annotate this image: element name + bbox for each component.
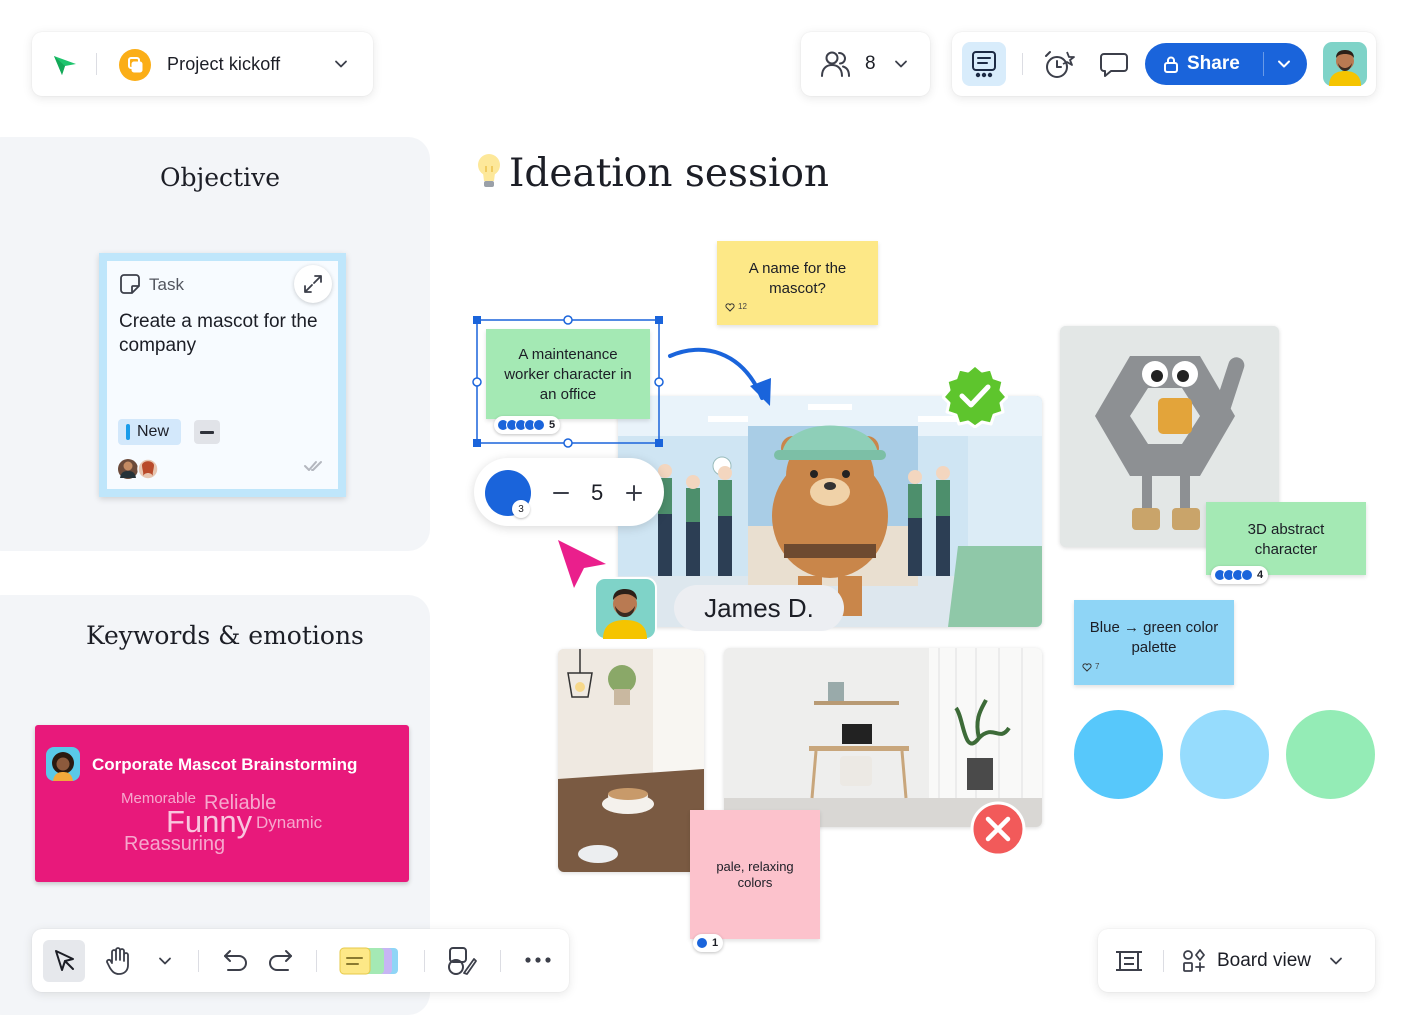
word-cloud-card[interactable]: Corporate Mascot Brainstorming Memorable…: [35, 725, 409, 882]
chevron-down-icon: [1330, 957, 1342, 964]
assignees-avatars[interactable]: [117, 457, 161, 481]
sticky-text: Blue → green color palette: [1089, 619, 1219, 656]
lock-icon: [1164, 56, 1178, 73]
vote-count: 5: [591, 480, 604, 505]
share-label: Share: [1187, 53, 1240, 74]
collaborators-count: 8: [865, 53, 876, 74]
expand-button[interactable]: [294, 265, 332, 303]
board-header: Project kickoff: [32, 32, 373, 96]
chevron-down-icon[interactable]: [1277, 57, 1291, 71]
shapes-icon[interactable]: [446, 945, 478, 977]
connector-arrow[interactable]: [662, 342, 778, 412]
canvas-heading: Ideation session: [509, 151, 830, 196]
color-swatch-2[interactable]: [1180, 710, 1269, 799]
priority-badge[interactable]: [194, 420, 220, 444]
word-cloud-title: Corporate Mascot Brainstorming: [92, 755, 358, 774]
sticky-notes-icon[interactable]: [338, 945, 402, 977]
more-icon[interactable]: [524, 955, 552, 965]
task-card[interactable]: Task Create a mascot for the company New: [99, 253, 346, 497]
board-title[interactable]: Project kickoff: [167, 54, 280, 75]
apps-icon: [1183, 948, 1205, 972]
status-badge[interactable]: New: [118, 419, 182, 445]
users-icon: [821, 51, 850, 77]
selection-box[interactable]: [472, 314, 666, 450]
select-tool-button[interactable]: [43, 940, 85, 982]
cursor-icon: [55, 950, 74, 971]
cursor-user-avatar: [594, 577, 657, 640]
plus-icon[interactable]: [625, 484, 643, 502]
keywords-title: Keywords & emotions: [86, 621, 364, 650]
heart-icon: [725, 302, 735, 312]
divider: [96, 53, 97, 75]
divider: [1263, 52, 1264, 76]
sticky-text: pale, relaxing colors: [716, 859, 794, 890]
undo-icon[interactable]: [222, 947, 250, 975]
heart-icon: [1082, 662, 1092, 672]
chevron-down-icon: [894, 60, 907, 68]
minus-icon[interactable]: [552, 484, 570, 502]
votes-counter[interactable]: 1: [693, 934, 724, 952]
bottom-toolbar: [32, 929, 569, 992]
sticky-note[interactable]: A name for the mascot? 12: [717, 241, 878, 325]
color-swatch-3[interactable]: [1286, 710, 1375, 799]
chevron-down-icon[interactable]: [158, 954, 172, 968]
redo-icon[interactable]: [266, 947, 294, 975]
board-panel-button[interactable]: [962, 42, 1006, 86]
frame-icon[interactable]: [1114, 946, 1144, 976]
board-panel-icon: [972, 51, 996, 78]
sticky-note[interactable]: 3D abstract character: [1206, 502, 1366, 575]
approved-check-icon[interactable]: [942, 362, 1008, 428]
cafe-illustration: [558, 649, 704, 872]
divider: [1022, 53, 1023, 75]
app-logo-icon[interactable]: [52, 53, 78, 77]
avatar: [46, 747, 80, 781]
divider: [198, 950, 199, 972]
votes-counter[interactable]: 4: [1211, 566, 1269, 584]
cursor-user-name: James D.: [674, 585, 844, 631]
divider: [500, 950, 501, 972]
likes-counter[interactable]: 7: [1082, 657, 1099, 677]
objective-title: Objective: [160, 163, 281, 192]
collaborators-button[interactable]: 8: [801, 32, 930, 96]
rejected-x-icon[interactable]: [970, 801, 1026, 857]
timer-icon[interactable]: [1043, 49, 1077, 81]
lightbulb-icon: [478, 154, 500, 187]
avatar[interactable]: [1323, 42, 1367, 86]
done-check-icon[interactable]: [303, 459, 325, 473]
task-type-label: Task: [149, 275, 184, 294]
sticky-text: A name for the mascot?: [748, 260, 847, 297]
divider: [1163, 950, 1164, 972]
task-icon: [120, 274, 140, 294]
voting-widget: 3 5: [474, 458, 664, 526]
keyword-dynamic: Dynamic: [256, 813, 323, 832]
board-icon: [119, 49, 151, 81]
board-view-button[interactable]: Board view: [1182, 929, 1343, 992]
color-swatch-1[interactable]: [1074, 710, 1163, 799]
comment-icon[interactable]: [1099, 51, 1129, 79]
share-button[interactable]: Share: [1145, 43, 1307, 85]
board-view-bar: Board view: [1098, 929, 1375, 992]
expand-icon: [304, 275, 322, 293]
votes-remaining-badge: 3: [512, 500, 530, 518]
chevron-down-icon[interactable]: [334, 57, 348, 71]
divider: [316, 950, 317, 972]
cafe-image[interactable]: [558, 649, 704, 872]
board-view-label: Board view: [1217, 949, 1311, 971]
keyword-reassuring: Reassuring: [124, 833, 226, 855]
sticky-note[interactable]: pale, relaxing colors: [690, 810, 820, 939]
divider: [424, 950, 425, 972]
hand-icon[interactable]: [104, 946, 132, 976]
likes-counter[interactable]: 12: [725, 297, 747, 317]
task-text: Create a mascot for the company: [119, 311, 318, 356]
sticky-note[interactable]: Blue → green color palette 7: [1074, 600, 1234, 685]
status-label: New: [137, 423, 170, 440]
top-toolbar: Share: [952, 32, 1376, 96]
